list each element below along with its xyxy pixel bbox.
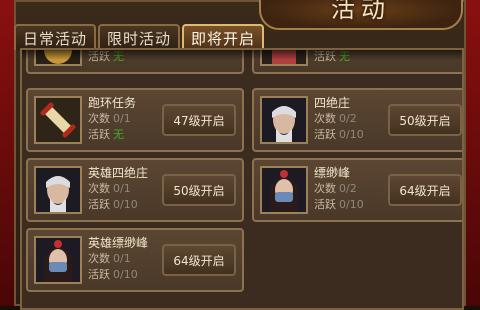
- open-level-button[interactable]: 50级开启: [388, 104, 462, 136]
- count-row: 次数 0/1: [88, 180, 131, 196]
- open-level-button[interactable]: 64级开启: [162, 244, 236, 276]
- activity-value: 0/10: [113, 198, 138, 211]
- tab-bar: 日常活动 限时活动 即将开启: [14, 24, 265, 50]
- activity-label: 活跃: [88, 198, 110, 211]
- tab-daily[interactable]: 日常活动: [14, 24, 97, 50]
- activity-name: 跑环任务: [88, 96, 137, 110]
- activity-card-yingxiong-piaomiaofeng[interactable]: 英雄缥缈峰 次数 0/1 活跃 0/10 64级开启: [26, 228, 244, 292]
- tab-limited[interactable]: 限时活动: [98, 24, 181, 50]
- open-level-button[interactable]: 50级开启: [162, 174, 236, 206]
- activity-list[interactable]: 活跃无 活跃无 跑环任务 次数0/1 活跃无: [20, 48, 464, 310]
- activity-label: 活跃: [314, 198, 336, 211]
- activity-value: 无: [113, 128, 124, 141]
- count-value: 0/1: [113, 252, 131, 265]
- activity-card-piaomiaofeng[interactable]: 缥缈峰 次数 0/2 活跃 0/10 64级开启: [252, 158, 462, 222]
- count-value: 0/2: [339, 182, 357, 195]
- activity-card-paohuan[interactable]: 跑环任务 次数 0/1 活跃无 47级开启: [26, 88, 244, 152]
- activity-row: 活跃 0/10: [88, 266, 138, 282]
- left-red-border: [0, 0, 14, 306]
- activity-name: 英雄四绝庄: [88, 166, 149, 180]
- activity-name: 缥缈峰: [314, 166, 351, 180]
- open-level-button[interactable]: 47级开启: [162, 104, 236, 136]
- count-label: 次数: [88, 252, 110, 265]
- count-value: 0/1: [113, 112, 131, 125]
- activity-row: 活跃 0/10: [88, 196, 138, 212]
- right-red-border: [466, 0, 480, 306]
- count-label: 次数: [314, 112, 336, 125]
- scroll-icon: [34, 96, 82, 144]
- activity-card-sijuezhuang[interactable]: 四绝庄 次数 0/2 活跃 0/10 50级开启: [252, 88, 462, 152]
- masked-woman-portrait-icon: [260, 166, 308, 214]
- count-label: 次数: [88, 112, 110, 125]
- window-title: 活动: [331, 0, 391, 23]
- activity-card-yingxiong-sijuezhuang[interactable]: 英雄四绝庄 次数 0/1 活跃 0/10 50级开启: [26, 158, 244, 222]
- count-row: 次数 0/1: [88, 250, 131, 266]
- activity-label: 活跃: [88, 268, 110, 281]
- activity-value: 0/10: [339, 128, 364, 141]
- tab-upcoming[interactable]: 即将开启: [182, 24, 265, 50]
- old-man-portrait-icon: [34, 166, 82, 214]
- open-level-button[interactable]: 64级开启: [388, 174, 462, 206]
- activity-label: 活跃: [88, 128, 110, 141]
- activity-row: 活跃 0/10: [314, 126, 364, 142]
- count-row: 次数 0/2: [314, 180, 357, 196]
- list-top-shadow: [22, 50, 462, 60]
- activity-value: 0/10: [113, 268, 138, 281]
- activity-name: 四绝庄: [314, 96, 351, 110]
- title-plate: 活动: [259, 0, 463, 30]
- activity-label: 活跃: [314, 128, 336, 141]
- activity-value: 0/10: [339, 198, 364, 211]
- activity-row: 活跃 0/10: [314, 196, 364, 212]
- count-value: 0/1: [113, 182, 131, 195]
- activity-row: 活跃无: [88, 126, 124, 142]
- masked-woman-portrait-icon: [34, 236, 82, 284]
- count-row: 次数 0/1: [88, 110, 131, 126]
- count-label: 次数: [314, 182, 336, 195]
- old-man-portrait-icon: [260, 96, 308, 144]
- count-label: 次数: [88, 182, 110, 195]
- count-value: 0/2: [339, 112, 357, 125]
- activity-name: 英雄缥缈峰: [88, 236, 149, 250]
- count-row: 次数 0/2: [314, 110, 357, 126]
